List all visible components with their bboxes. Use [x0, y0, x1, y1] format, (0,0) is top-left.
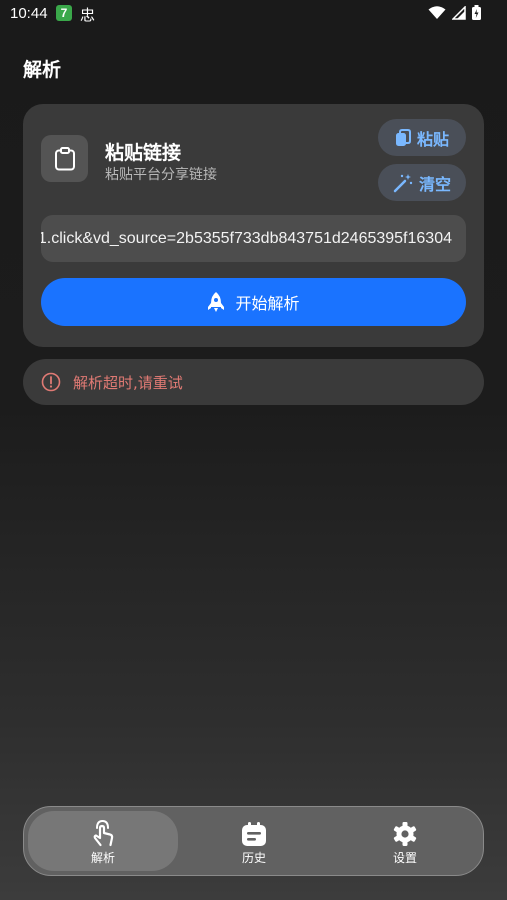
page-title: 解析: [23, 59, 62, 81]
notification-badge: 7: [56, 5, 72, 21]
wifi-icon: [428, 5, 446, 19]
link-input-value: ...?spm_id_from=333.1007.tianma.1-1-1.cl…: [41, 230, 452, 247]
paste-link-card: 粘贴链接 粘贴平台分享链接 粘贴 清空 ...?spm_id_from=333.…: [23, 104, 484, 347]
battery-icon: [472, 5, 481, 20]
error-icon: [41, 372, 61, 392]
system-icons: [428, 5, 481, 20]
nav-label-settings: 设置: [392, 850, 417, 865]
magic-wand-icon: [393, 173, 413, 192]
gear-icon: [393, 821, 417, 846]
link-input[interactable]: ...?spm_id_from=333.1007.tianma.1-1-1.cl…: [41, 215, 466, 262]
start-parse-label: 开始解析: [235, 294, 300, 313]
status-bar: 10:44 7 忠: [0, 0, 507, 28]
error-banner: 解析超时,请重试: [23, 359, 484, 405]
bottom-nav: 解析 历史 设置: [23, 806, 484, 876]
card-subtitle: 粘贴平台分享链接: [105, 167, 217, 183]
nav-item-settings[interactable]: 设置: [330, 807, 480, 875]
paste-button[interactable]: 粘贴: [378, 119, 466, 156]
clear-button[interactable]: 清空: [378, 164, 466, 201]
clear-button-label: 清空: [418, 174, 451, 194]
app-notification-icon: 忠: [80, 6, 96, 24]
nav-item-history[interactable]: 历史: [179, 807, 329, 875]
paste-button-label: 粘贴: [416, 129, 449, 149]
copy-icon: [395, 128, 411, 146]
error-message: 解析超时,请重试: [73, 374, 183, 392]
rocket-icon: [208, 292, 225, 312]
signal-icon: [452, 5, 466, 20]
clipboard-icon-box: [41, 135, 88, 182]
clipboard-icon: [54, 146, 75, 170]
status-time: 10:44: [10, 5, 48, 22]
history-icon: [242, 821, 266, 846]
nav-item-parse[interactable]: 解析: [28, 807, 178, 875]
start-parse-button[interactable]: 开始解析: [41, 278, 466, 326]
nav-label-history: 历史: [241, 850, 266, 865]
card-title: 粘贴链接: [105, 142, 182, 164]
nav-label-parse: 解析: [90, 850, 115, 865]
touch-icon: [93, 819, 114, 846]
